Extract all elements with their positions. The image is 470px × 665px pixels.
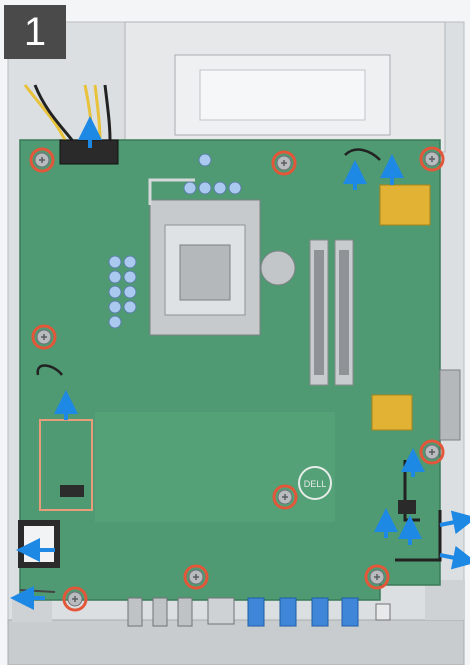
- step-number-badge: 1: [4, 5, 66, 59]
- step-number: 1: [23, 9, 47, 54]
- ssd-slot: [371, 394, 413, 431]
- sata-connector: [439, 369, 461, 441]
- coin-cell-battery: [260, 250, 296, 286]
- instruction-illustration: DELL 1: [0, 0, 470, 665]
- cpu-socket: [148, 178, 261, 336]
- m2-connector: [60, 485, 84, 497]
- wlan-card-slot: [379, 184, 431, 226]
- system-board-diagram: DELL: [0, 0, 470, 665]
- logo-text: DELL: [304, 479, 327, 489]
- rear-io-ports: [127, 597, 391, 627]
